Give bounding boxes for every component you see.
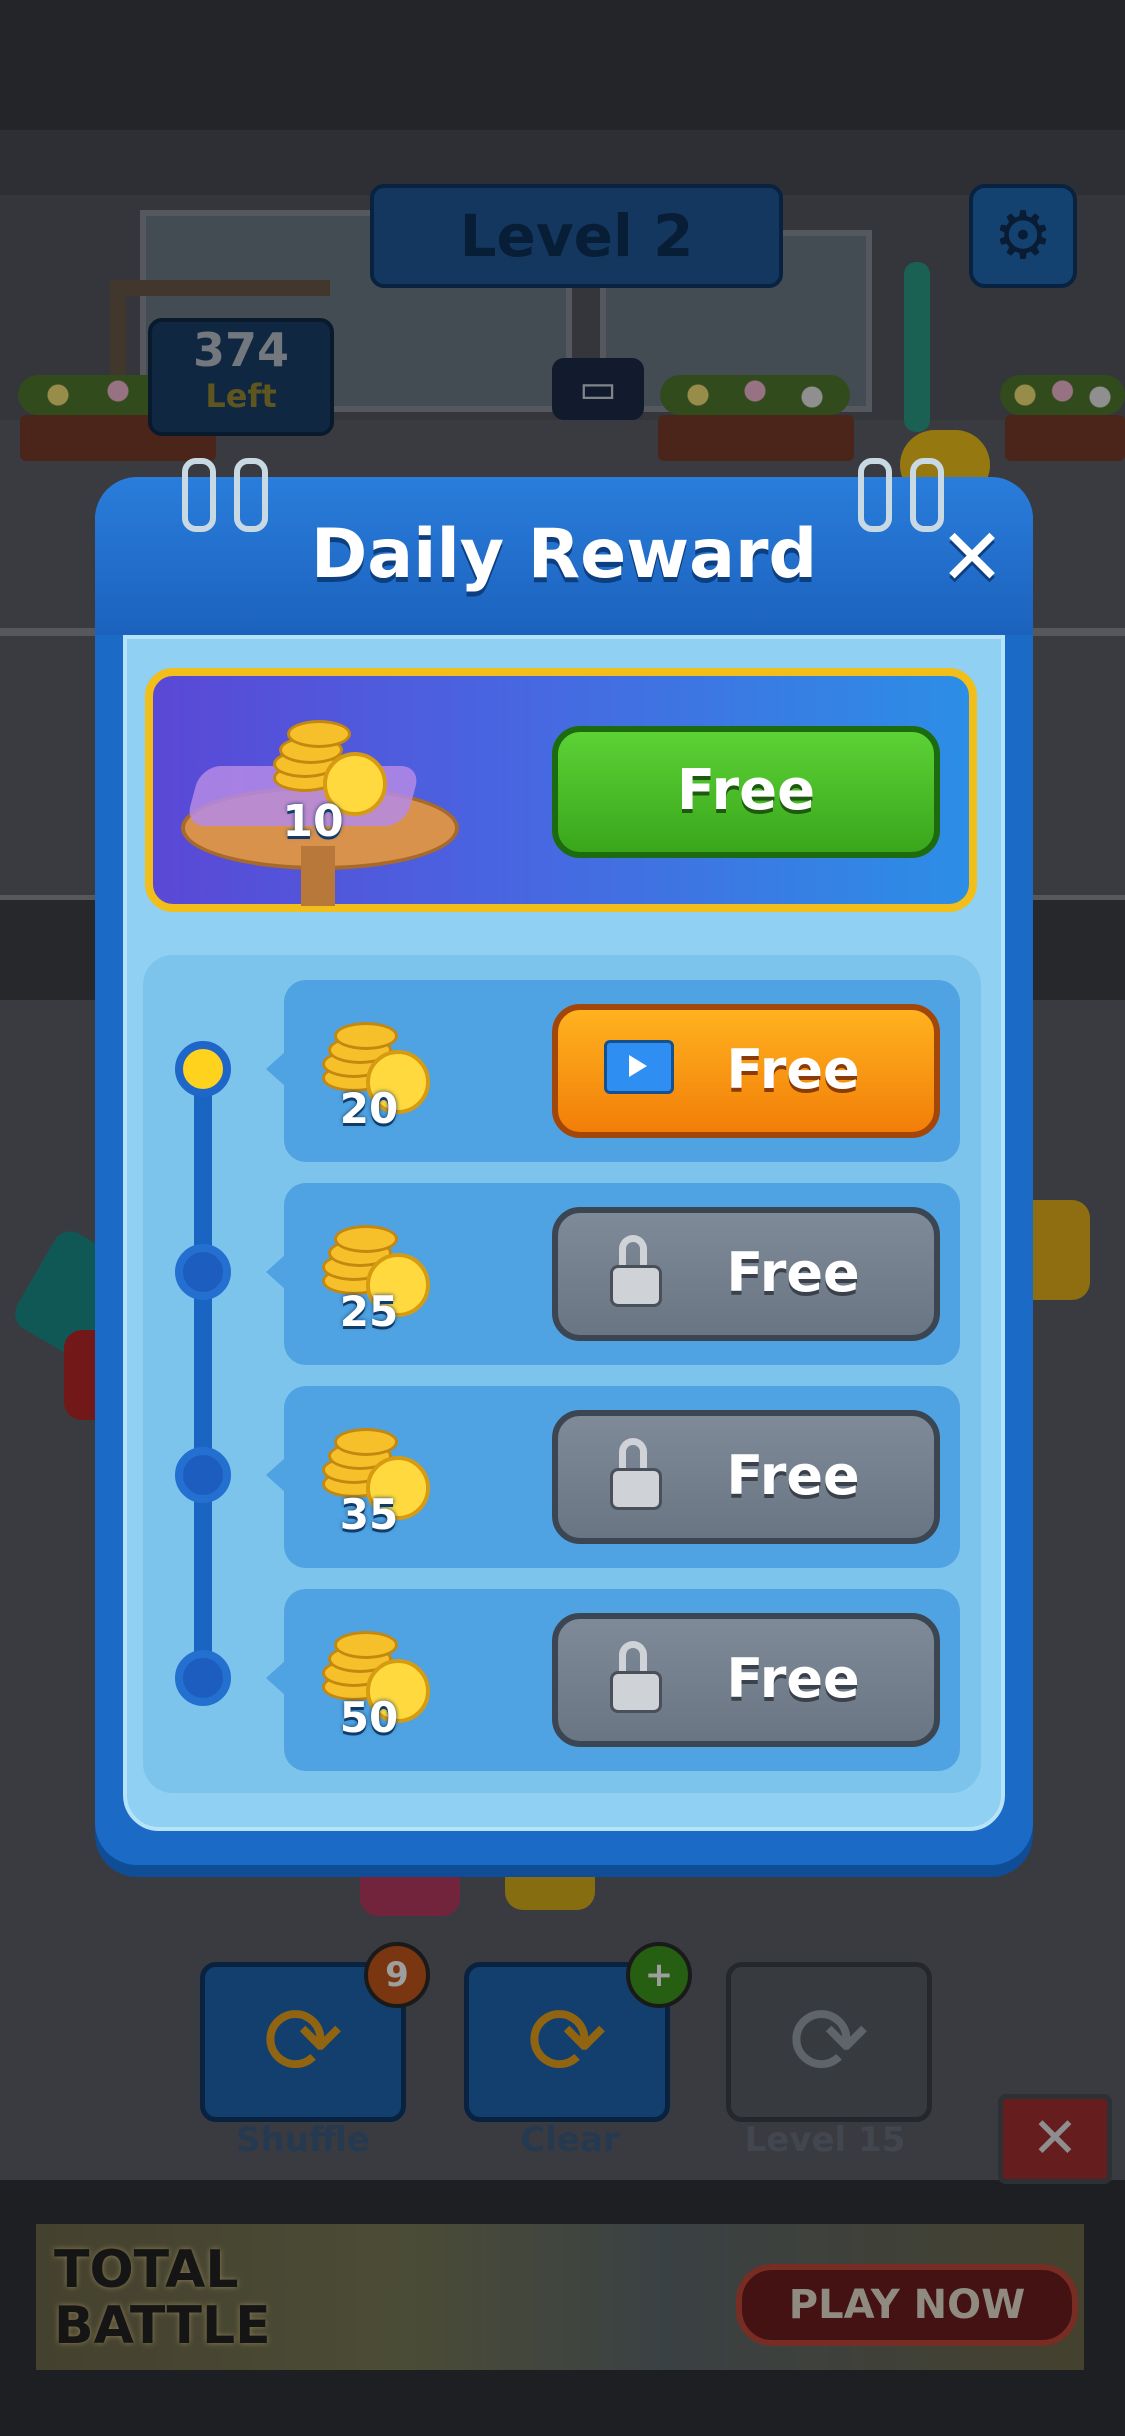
modal-title: Daily Reward [310,515,818,594]
featured-free-button[interactable]: Free [552,726,940,858]
reward-coin-amount: 25 [339,1287,399,1336]
row-pointer [266,1660,286,1696]
row-pointer [266,1254,286,1290]
pedestal-stand [301,846,335,906]
progress-rail [194,1068,212,1668]
reward-row: 50 Free [284,1589,960,1771]
progress-dot [175,1244,231,1300]
binder-ring [858,458,892,532]
reward-coin-amount: 20 [339,1084,399,1133]
free-label: Free [726,1444,860,1507]
reward-row: 20 Free [284,980,960,1162]
binder-ring [910,458,944,532]
close-button[interactable]: ✕ [935,519,1009,597]
row-pointer [266,1051,286,1087]
lock-icon [610,1641,662,1713]
progress-dot [175,1650,231,1706]
video-icon [604,1040,674,1094]
binder-ring [234,458,268,532]
free-label: Free [726,1647,860,1710]
lock-icon [610,1438,662,1510]
locked-free-button[interactable]: Free [552,1207,940,1341]
watch-ad-free-button[interactable]: Free [552,1004,940,1138]
reward-coin-amount: 35 [339,1490,399,1539]
lock-icon [610,1235,662,1307]
reward-row: 35 Free [284,1386,960,1568]
featured-coin-amount: 10 [282,796,344,847]
locked-free-button[interactable]: Free [552,1410,940,1544]
free-label: Free [726,1038,860,1101]
locked-free-button[interactable]: Free [552,1613,940,1747]
reward-row: 25 Free [284,1183,960,1365]
binder-ring [182,458,216,532]
progress-dot [175,1447,231,1503]
reward-coin-amount: 50 [339,1693,399,1742]
row-pointer [266,1457,286,1493]
progress-dot [175,1041,231,1097]
free-label: Free [726,1241,860,1304]
